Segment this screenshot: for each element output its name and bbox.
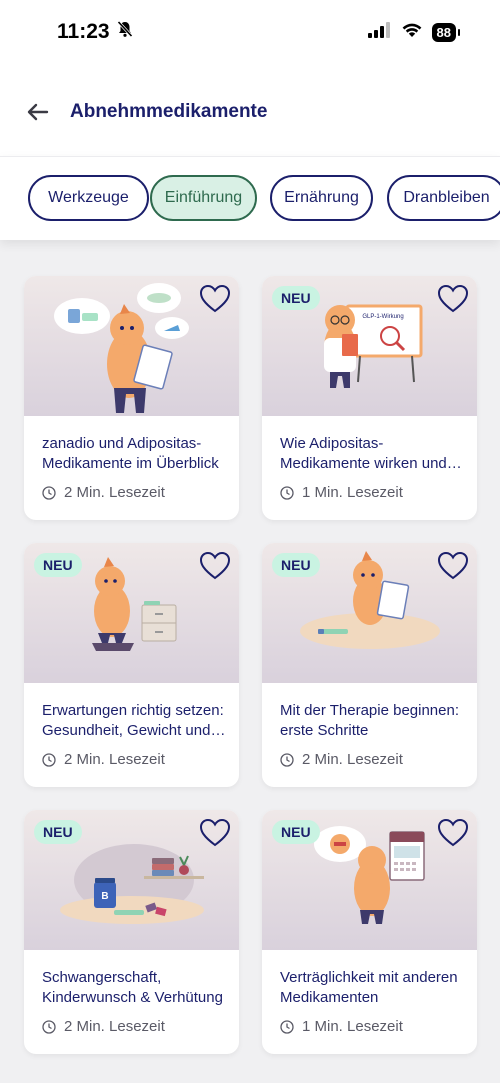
status-indicators: 88	[367, 22, 461, 43]
clock-icon	[42, 485, 56, 500]
article-card[interactable]: GLP-1-Wirkung NEU Wie Adipositas-Medikam…	[262, 276, 477, 520]
favorite-heart-icon[interactable]	[437, 818, 469, 848]
clock-icon	[280, 485, 294, 500]
card-title: Erwartungen richtig setzen: Gesundheit, …	[42, 702, 224, 739]
new-badge: NEU	[34, 820, 82, 844]
favorite-heart-icon[interactable]	[199, 284, 231, 314]
reading-time: 1 Min. Lesezeit	[280, 1018, 403, 1035]
favorite-heart-icon[interactable]	[437, 551, 469, 581]
card-title: Wie Adipositas-Medikamente wirken und wa…	[280, 435, 447, 472]
card-title: Mit der Therapie beginnen: erste Schritt…	[280, 702, 460, 739]
clock-icon	[42, 1019, 56, 1034]
tab-einfuehrung[interactable]: Einführung	[150, 175, 257, 221]
tab-werkzeuge[interactable]: Werkzeuge	[28, 175, 149, 221]
favorite-heart-icon[interactable]	[437, 284, 469, 314]
board-text: GLP-1-Wirkung	[362, 314, 403, 320]
article-card[interactable]: NEU Mit der Therapie beginnen: erste Sch…	[262, 543, 477, 787]
clock-text: 11:23	[57, 20, 110, 43]
new-badge: NEU	[272, 553, 320, 577]
new-badge: NEU	[34, 553, 82, 577]
article-card[interactable]: NEU Verträglichkeit mit anderen Medikame…	[262, 810, 477, 1054]
article-card[interactable]: NEU Erwartungen richtig setzen: Gesundhe…	[24, 543, 239, 787]
jar-label: B	[101, 891, 108, 902]
article-card[interactable]: B NEU Schwangerschaft, Kinderwunsch & Ve…	[24, 810, 239, 1054]
clock-icon	[280, 1019, 294, 1034]
clock-icon	[280, 752, 294, 767]
reading-time-text: 2 Min. Lesezeit	[302, 751, 403, 768]
favorite-heart-icon[interactable]	[199, 551, 231, 581]
card-title: Verträglichkeit mit anderen Medikamenten	[280, 969, 458, 1006]
reading-time: 1 Min. Lesezeit	[280, 484, 403, 501]
signal-icon	[367, 22, 392, 43]
new-badge: NEU	[272, 286, 320, 310]
page-title: Abnehmmedikamente	[70, 101, 268, 122]
bell-muted-icon	[116, 20, 134, 44]
reading-time-text: 2 Min. Lesezeit	[64, 751, 165, 768]
card-title: zanadio und Adipositas-Medikamente im Üb…	[42, 435, 219, 472]
battery-indicator: 88	[431, 23, 461, 42]
favorite-heart-icon[interactable]	[199, 818, 231, 848]
tab-dranbleiben[interactable]: Dranbleiben	[387, 175, 500, 221]
reading-time-text: 1 Min. Lesezeit	[302, 1018, 403, 1035]
clock-icon	[42, 752, 56, 767]
category-tabs: Werkzeuge Einführung Ernährung Dranbleib…	[0, 156, 500, 240]
reading-time-text: 1 Min. Lesezeit	[302, 484, 403, 501]
reading-time: 2 Min. Lesezeit	[42, 484, 165, 501]
reading-time: 2 Min. Lesezeit	[42, 751, 165, 768]
tab-ernaehrung[interactable]: Ernährung	[270, 175, 373, 221]
page-header: Abnehmmedikamente	[0, 70, 500, 156]
article-card[interactable]: zanadio und Adipositas-Medikamente im Üb…	[24, 276, 239, 520]
new-badge: NEU	[272, 820, 320, 844]
wifi-icon	[401, 22, 423, 43]
reading-time: 2 Min. Lesezeit	[280, 751, 403, 768]
card-title: Schwangerschaft, Kinderwunsch & Verhütun…	[42, 969, 223, 1006]
status-bar: 11:23 88	[0, 0, 500, 70]
back-button[interactable]	[24, 98, 52, 126]
reading-time-text: 2 Min. Lesezeit	[64, 484, 165, 501]
reading-time-text: 2 Min. Lesezeit	[64, 1018, 165, 1035]
reading-time: 2 Min. Lesezeit	[42, 1018, 165, 1035]
arrow-left-icon	[27, 103, 49, 121]
status-time: 11:23	[57, 20, 134, 44]
